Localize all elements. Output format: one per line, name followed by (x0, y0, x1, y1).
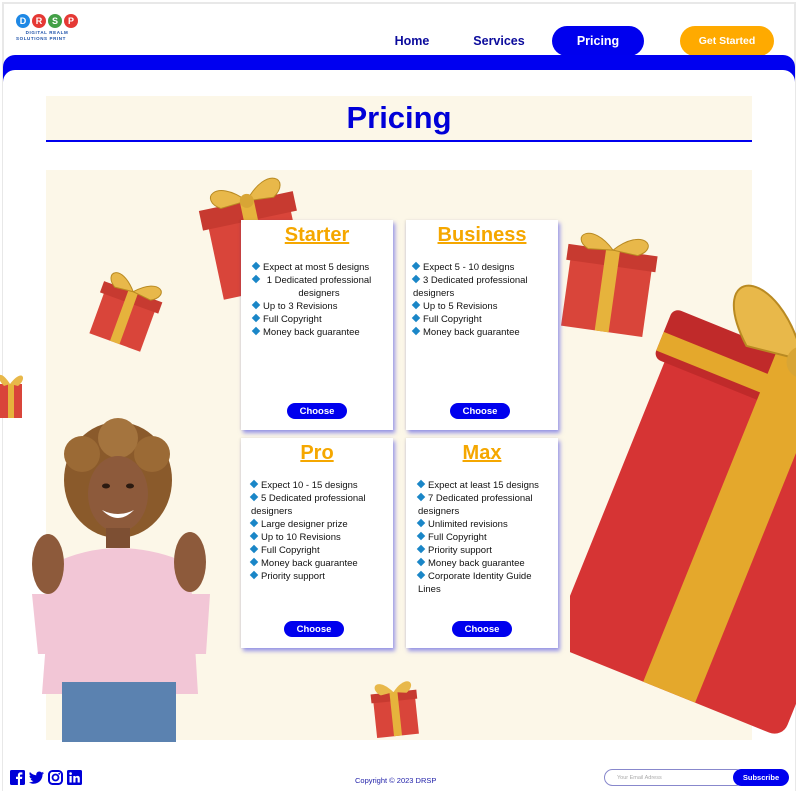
twitter-icon[interactable] (29, 770, 44, 785)
logo[interactable]: D R S P DIGITAL REALM SOLUTIONS PRINT (16, 14, 86, 48)
diamond-bullet-icon (411, 313, 421, 323)
diamond-bullet-icon (249, 518, 259, 528)
diamond-bullet-icon (416, 570, 426, 580)
diamond-bullet-icon (249, 544, 259, 554)
subscribe-button[interactable]: Subscribe (733, 769, 789, 786)
feature-item: Money back guarantee (251, 326, 385, 339)
choose-button[interactable]: Choose (450, 403, 510, 419)
plan-card-max: Max Expect at least 15 designs 7 Dedicat… (406, 438, 558, 648)
get-started-button[interactable]: Get Started (680, 26, 774, 56)
instagram-icon[interactable] (48, 770, 63, 785)
diamond-bullet-icon (411, 300, 421, 310)
diamond-bullet-icon (416, 557, 426, 567)
feature-item: Up to 5 Revisions (411, 300, 550, 313)
feature-item: 5 Dedicated professional designers (249, 492, 366, 517)
feature-item: Expect at least 15 designs (416, 479, 550, 492)
logo-letter-p: P (64, 14, 78, 28)
social-links (10, 770, 82, 785)
page-title: Pricing (346, 100, 452, 135)
plan-features: Expect at least 15 designs 7 Dedicated p… (406, 479, 558, 596)
gift-box-image (89, 272, 163, 352)
diamond-bullet-icon (251, 300, 261, 310)
logo-subtitle-line2: SOLUTIONS PRINT (16, 36, 67, 41)
plan-title: Starter (284, 224, 350, 246)
plan-features: Expect 5 - 10 designs 3 Dedicated profes… (406, 261, 558, 339)
logo-letter-d: D (16, 14, 30, 28)
feature-item: Money back guarantee (416, 557, 550, 570)
feature-item: Expect 10 - 15 designs (249, 479, 385, 492)
choose-button[interactable]: Choose (452, 621, 512, 637)
feature-item: Unlimited revisions (416, 518, 550, 531)
facebook-icon[interactable] (10, 770, 25, 785)
plan-card-pro: Pro Expect 10 - 15 designs 5 Dedicated p… (241, 438, 393, 648)
diamond-bullet-icon (251, 274, 261, 284)
large-gift-box-image (570, 284, 796, 734)
logo-letter-s: S (48, 14, 62, 28)
diamond-bullet-icon (416, 544, 426, 554)
diamond-bullet-icon (416, 518, 426, 528)
diamond-bullet-icon (249, 570, 259, 580)
feature-item: Large designer prize (249, 518, 385, 531)
diamond-bullet-icon (411, 326, 421, 336)
feature-item: Priority support (249, 570, 385, 583)
diamond-bullet-icon (249, 479, 259, 489)
gift-box-image (370, 681, 419, 739)
diamond-bullet-icon (251, 326, 261, 336)
feature-item: Full Copyright (411, 313, 550, 326)
linkedin-icon[interactable] (67, 770, 82, 785)
logo-mark: D R S P (16, 14, 86, 28)
feature-item: Money back guarantee (249, 557, 385, 570)
feature-item: 7 Dedicated professional designers (416, 492, 533, 517)
plan-features: Expect at most 5 designs 1 Dedicated pro… (241, 261, 393, 339)
feature-item: Up to 10 Revisions (249, 531, 385, 544)
woman-image (32, 418, 210, 742)
feature-item: Money back guarantee (411, 326, 550, 339)
plan-title: Max (462, 442, 502, 464)
feature-item: Expect at most 5 designs (251, 261, 385, 274)
plan-features: Expect 10 - 15 designs 5 Dedicated profe… (241, 479, 393, 583)
page-title-bar: Pricing (46, 96, 752, 142)
plan-title: Pro (300, 442, 334, 464)
nav-pricing-link[interactable]: Pricing (552, 26, 644, 56)
diamond-bullet-icon (411, 261, 421, 271)
feature-item: Expect 5 - 10 designs (411, 261, 550, 274)
diamond-bullet-icon (411, 274, 421, 284)
diamond-bullet-icon (251, 261, 261, 271)
feature-item: Up to 3 Revisions (251, 300, 385, 313)
feature-item: Full Copyright (249, 544, 385, 557)
copyright-text: Copyright © 2023 DRSP (355, 776, 437, 785)
diamond-bullet-icon (416, 479, 426, 489)
diamond-bullet-icon (249, 531, 259, 541)
feature-item: 1 Dedicated professional designers (251, 274, 385, 300)
diamond-bullet-icon (249, 492, 259, 502)
logo-letter-r: R (32, 14, 46, 28)
logo-subtitle: DIGITAL REALM SOLUTIONS PRINT (16, 30, 86, 42)
diamond-bullet-icon (249, 557, 259, 567)
email-input[interactable] (604, 769, 744, 786)
choose-button[interactable]: Choose (284, 621, 344, 637)
diamond-bullet-icon (416, 531, 426, 541)
nav-services-link[interactable]: Services (452, 26, 546, 56)
main-nav: Home Services Pricing (380, 26, 644, 56)
plan-card-starter: Starter Expect at most 5 designs 1 Dedic… (241, 220, 393, 430)
plan-card-business: Business Expect 5 - 10 designs 3 Dedicat… (406, 220, 558, 430)
diamond-bullet-icon (251, 313, 261, 323)
nav-home-link[interactable]: Home (380, 26, 444, 56)
choose-button[interactable]: Choose (287, 403, 347, 419)
feature-item: Full Copyright (251, 313, 385, 326)
feature-item: Corporate Identity Guide Lines (416, 570, 532, 595)
feature-item: 3 Dedicated professional designers (411, 274, 528, 299)
plan-title: Business (437, 224, 527, 246)
page: D R S P DIGITAL REALM SOLUTIONS PRINT Ho… (0, 0, 798, 793)
feature-item: Priority support (416, 544, 550, 557)
diamond-bullet-icon (416, 492, 426, 502)
feature-item: Full Copyright (416, 531, 550, 544)
